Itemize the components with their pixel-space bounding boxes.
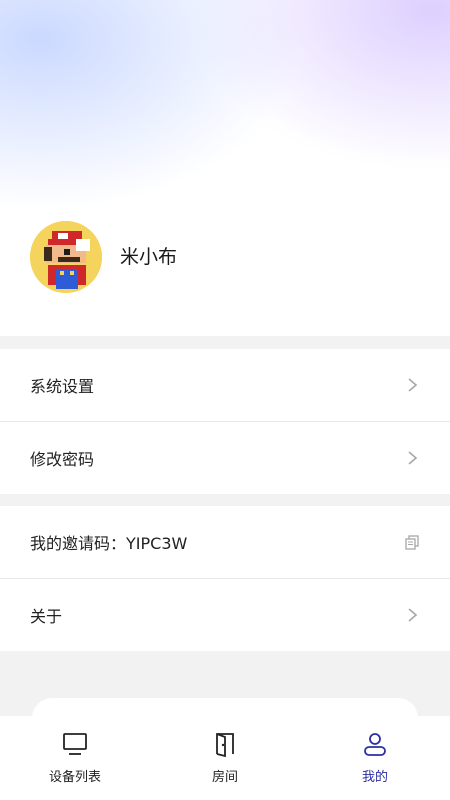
tab-label: 房间 [211,770,238,785]
user-icon [364,733,386,756]
tab-device-list[interactable]: 设备列表 [0,716,150,800]
tab-label: 我的 [361,770,388,785]
tab-mine[interactable]: 我的 [300,716,450,800]
change-password-row[interactable]: 修改密码 [0,422,450,494]
invite-code-row: 我的邀请码：YIPC3W [0,506,450,578]
chevron-right-icon [408,608,418,622]
chevron-right-icon [408,378,418,392]
about-row[interactable]: 关于 [0,579,450,651]
invite-code-label: 我的邀请码：YIPC3W [30,534,188,553]
avatar[interactable] [30,221,102,293]
change-password-label: 修改密码 [30,450,95,469]
settings-label: 系统设置 [30,377,95,396]
copy-icon[interactable] [404,534,420,550]
door-icon [216,733,234,758]
tab-label: 设备列表 [48,770,101,785]
settings-row[interactable]: 系统设置 [0,349,450,421]
tab-room[interactable]: 房间 [150,716,300,800]
monitor-icon [63,733,87,755]
username: 米小布 [120,246,178,268]
about-label: 关于 [30,607,63,626]
chevron-right-icon [408,451,418,465]
pixel-plumber-avatar-icon [30,221,102,293]
tab-bar: 设备列表 房间 我的 [0,716,450,800]
